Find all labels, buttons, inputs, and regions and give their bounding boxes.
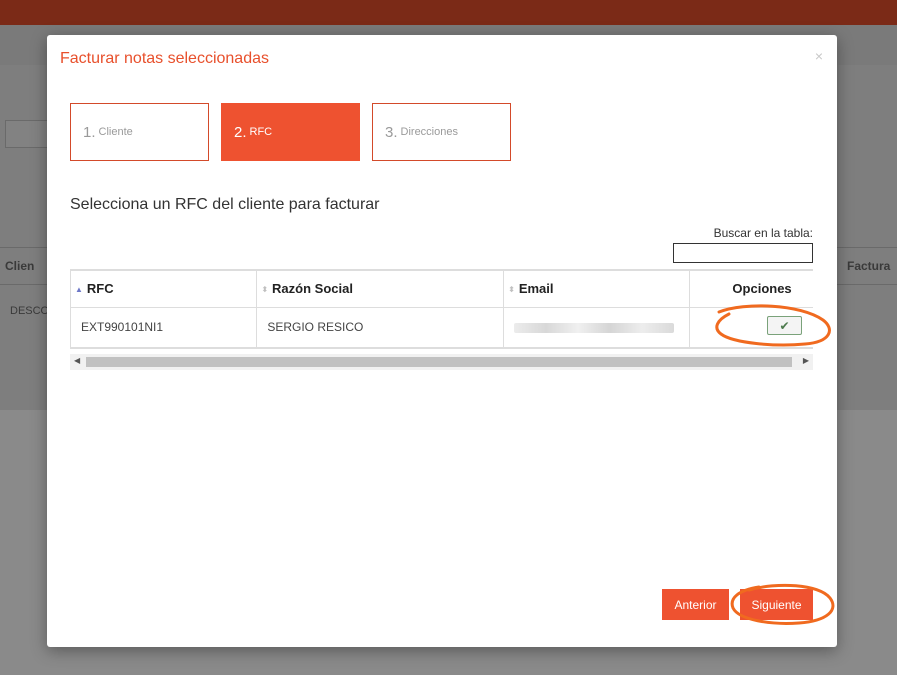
search-label: Buscar en la tabla: — [713, 226, 813, 240]
step-number: 1. — [83, 123, 96, 141]
step-rfc[interactable]: 2. RFC — [221, 103, 360, 161]
scroll-right-icon[interactable]: ▶ — [803, 356, 809, 365]
column-header-email[interactable]: ⬍ Email — [503, 269, 691, 308]
select-rfc-button[interactable]: ✔ — [767, 316, 802, 335]
sort-asc-icon: ▲ — [75, 284, 83, 294]
table-header-row: ▲ RFC ⬍ Razón Social ⬍ Email Opciones — [71, 269, 813, 308]
cell-rfc: EXT990101NI1 — [71, 307, 258, 349]
step-label: Cliente — [98, 126, 133, 138]
rfc-table: ▲ RFC ⬍ Razón Social ⬍ Email Opciones EXT99… — [71, 269, 813, 349]
step-label: Direcciones — [400, 126, 458, 138]
column-header-opciones: Opciones — [689, 269, 813, 308]
column-header-rfc[interactable]: ▲ RFC — [71, 269, 258, 308]
table-row: EXT990101NI1 SERGIO RESICO — [71, 307, 813, 349]
background-column-factura: Factura — [847, 259, 891, 273]
invoice-modal: Facturar notas seleccionadas × 1. Client… — [47, 35, 837, 647]
modal-title: Facturar notas seleccionadas — [60, 50, 269, 67]
background-cell: DESCO — [10, 305, 50, 317]
next-button[interactable]: Siguiente — [740, 589, 813, 620]
step-cliente[interactable]: 1. Cliente — [70, 103, 209, 161]
sort-icon: ⬍ — [508, 284, 515, 294]
background-column-cliente: Clien — [5, 259, 35, 273]
check-icon: ✔ — [779, 318, 790, 333]
cell-email-redacted — [503, 307, 691, 349]
step-direcciones[interactable]: 3. Direcciones — [372, 103, 511, 161]
rfc-table-container: ▲ RFC ⬍ Razón Social ⬍ Email Opciones EXT99… — [70, 269, 813, 349]
column-header-razon-social[interactable]: ⬍ Razón Social — [256, 269, 505, 308]
previous-button[interactable]: Anterior — [662, 589, 729, 620]
sort-icon: ⬍ — [261, 284, 269, 294]
cell-razon-social: SERGIO RESICO — [256, 307, 505, 349]
section-subtitle: Selecciona un RFC del cliente para factu… — [70, 196, 380, 213]
redacted-email — [514, 323, 675, 334]
scrollbar-thumb[interactable] — [86, 357, 792, 367]
table-horizontal-scrollbar[interactable]: ◀ ▶ — [70, 354, 813, 370]
step-number: 3. — [385, 123, 398, 141]
step-number: 2. — [234, 123, 247, 141]
scroll-left-icon[interactable]: ◀ — [74, 356, 80, 365]
app-topbar — [0, 0, 897, 25]
table-search-input[interactable] — [673, 243, 813, 263]
step-label: RFC — [249, 126, 273, 138]
close-icon[interactable]: × — [815, 48, 823, 64]
